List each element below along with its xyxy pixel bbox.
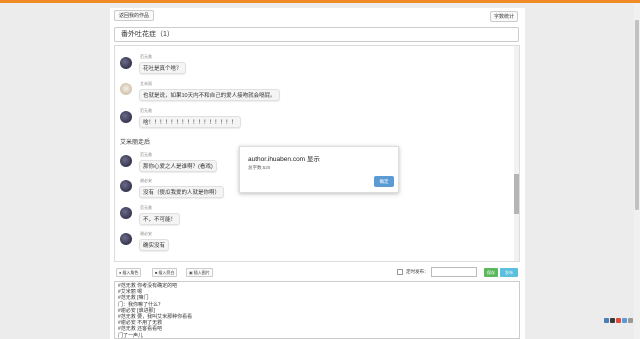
editor-line: 门了一声儿 bbox=[118, 332, 144, 339]
dialog-title: author.ihuaben.com 显示 bbox=[248, 156, 320, 163]
avatar bbox=[120, 111, 132, 123]
message-bubble[interactable]: 那你心爱之人是谁啊？(看戏) bbox=[139, 160, 217, 172]
message-bubble[interactable]: 确实没有 bbox=[139, 239, 170, 251]
dialog-message: 总字数:520 bbox=[248, 165, 271, 170]
avatar bbox=[120, 233, 132, 245]
back-to-works-button[interactable]: 返回我的作品 bbox=[114, 10, 154, 21]
tray-app-icon[interactable] bbox=[628, 317, 633, 323]
avatar bbox=[120, 57, 132, 69]
message-bubble[interactable]: 没有（傻瓜我爱的人就是你啊） bbox=[139, 186, 225, 198]
tray-app-icon[interactable] bbox=[622, 317, 627, 323]
user-icon: ● bbox=[119, 270, 122, 275]
message-bubble[interactable]: 啥！！！！！！！！！！！！！！！！ bbox=[139, 116, 241, 128]
insert-image-label: 插入图片 bbox=[193, 269, 210, 275]
speaker-name: 谢必安 bbox=[140, 178, 152, 183]
alert-dialog: author.ihuaben.com 显示 总字数:520 确定 bbox=[239, 146, 399, 193]
speaker-name: 范无救 bbox=[140, 108, 152, 113]
message-bubble[interactable]: 花吐是真个啥？ bbox=[139, 62, 186, 74]
message-bubble[interactable]: 不，不可能！ bbox=[139, 213, 181, 225]
insert-narration-button[interactable]: ■ 插入旁白 bbox=[152, 268, 178, 277]
message-bubble[interactable]: 也就是说，如果10天内不和自己的爱人接吻就会嗝屁。 bbox=[139, 89, 280, 101]
tray-app-icon[interactable] bbox=[604, 317, 609, 323]
top-accent-bar bbox=[0, 0, 640, 3]
timed-publish-label: 定时发布： bbox=[406, 269, 429, 274]
image-icon: ▣ bbox=[189, 270, 193, 275]
avatar bbox=[120, 155, 132, 167]
chapter-title-field[interactable]: 番外吐花症（1） bbox=[114, 27, 519, 42]
tray-app-icon[interactable] bbox=[616, 317, 621, 323]
insert-narration-label: 插入旁白 bbox=[158, 269, 175, 275]
tray-app-icon[interactable] bbox=[610, 317, 615, 323]
speaker-name: 范无救 bbox=[140, 54, 152, 59]
dialog-ok-button[interactable]: 确定 bbox=[374, 176, 394, 187]
publish-time-input[interactable] bbox=[431, 267, 477, 277]
insert-role-label: 插入角色 bbox=[122, 269, 139, 275]
timed-publish-checkbox[interactable] bbox=[397, 269, 403, 275]
speaker-name: 谢必安 bbox=[140, 231, 152, 236]
chat-scrollbar[interactable] bbox=[514, 46, 519, 261]
system-tray bbox=[604, 316, 634, 324]
insert-image-button[interactable]: ▣ 插入图片 bbox=[186, 268, 213, 277]
speaker-name: 范无救 bbox=[140, 152, 152, 157]
save-button[interactable]: 保存 bbox=[484, 268, 498, 277]
narration-icon: ■ bbox=[155, 270, 158, 275]
speaker-name: 范无救 bbox=[140, 205, 152, 210]
insert-role-button[interactable]: ● 插入角色 bbox=[116, 268, 142, 277]
narration-text[interactable]: 艾米丽走后 bbox=[120, 137, 150, 146]
chat-scrollbar-thumb[interactable] bbox=[514, 174, 519, 214]
publish-button[interactable]: 发布 bbox=[500, 268, 518, 277]
word-count-button[interactable]: 字数统计 bbox=[490, 11, 518, 22]
page-scrollbar-thumb[interactable] bbox=[635, 20, 639, 210]
avatar bbox=[120, 207, 132, 219]
speaker-name: 艾米丽 bbox=[140, 81, 152, 86]
avatar bbox=[120, 83, 132, 95]
script-editor-textarea[interactable]: #范无救 你考没有确定的吧 #艾米丽 嗯 #范无救 [嘛门 门：我你嘛了什么？ … bbox=[114, 281, 520, 339]
avatar bbox=[120, 180, 132, 192]
